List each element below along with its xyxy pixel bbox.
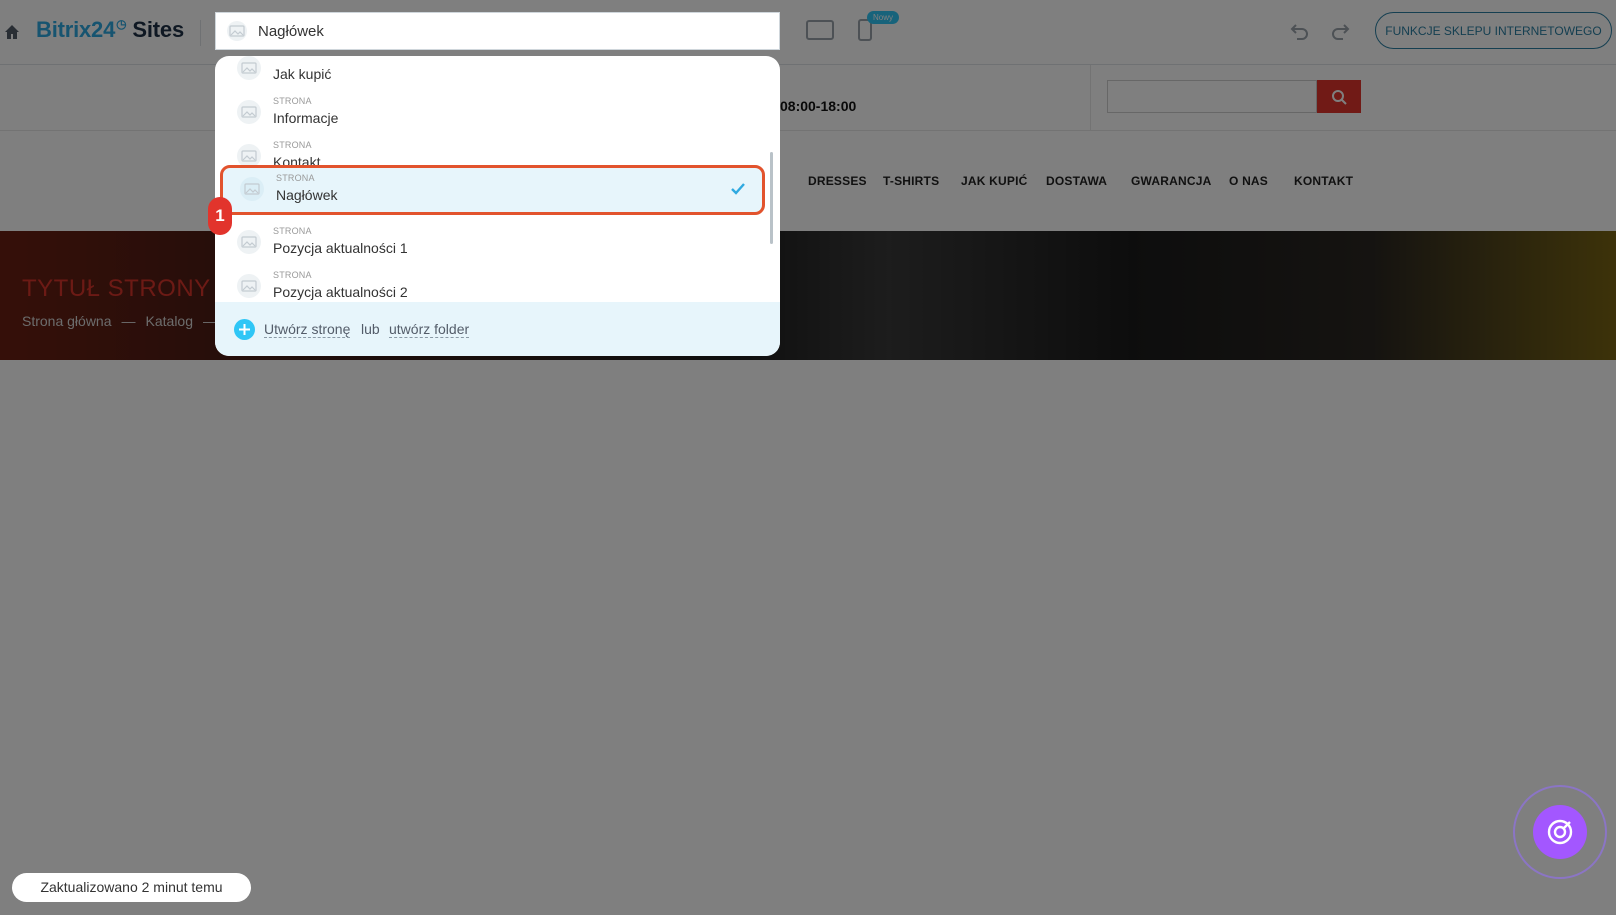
page-list[interactable]: Jak kupić STRONA Informacje STRONA Konta… bbox=[215, 56, 780, 302]
page-link-field[interactable] bbox=[215, 12, 780, 50]
page-thumbnail-icon bbox=[227, 21, 247, 41]
create-page-link[interactable]: Utwórz stronę bbox=[264, 322, 351, 338]
list-item[interactable]: Jak kupić bbox=[215, 56, 780, 88]
list-item[interactable]: STRONA Pozycja aktualności 2 bbox=[215, 262, 780, 302]
page-thumbnail-icon bbox=[237, 56, 261, 80]
chat-icon bbox=[1547, 819, 1573, 845]
page-select-dropdown: Jak kupić STRONA Informacje STRONA Konta… bbox=[215, 56, 780, 356]
item-title: Jak kupić bbox=[273, 66, 332, 82]
dropdown-footer: Utwórz stronę lub utwórz folder bbox=[215, 302, 780, 356]
page-thumbnail-icon bbox=[240, 177, 264, 201]
page-thumbnail-icon bbox=[237, 100, 261, 124]
item-title: Informacje bbox=[273, 110, 339, 126]
item-title: Pozycja aktualności 1 bbox=[273, 240, 408, 256]
item-kicker: STRONA bbox=[276, 173, 315, 183]
last-updated-status: Zaktualizowano 2 minut temu bbox=[12, 873, 251, 902]
list-item[interactable]: STRONA Pozycja aktualności 1 bbox=[215, 218, 780, 262]
check-icon bbox=[731, 183, 745, 195]
item-kicker: STRONA bbox=[273, 270, 312, 280]
list-scrollbar[interactable] bbox=[770, 152, 773, 244]
item-kicker: STRONA bbox=[273, 226, 312, 236]
add-page-button[interactable] bbox=[234, 319, 255, 340]
chat-button[interactable] bbox=[1533, 805, 1587, 859]
item-title: Nagłówek bbox=[276, 187, 338, 203]
page-thumbnail-icon bbox=[237, 274, 261, 298]
item-title: Pozycja aktualności 2 bbox=[273, 284, 408, 300]
create-folder-link[interactable]: utwórz folder bbox=[389, 322, 470, 338]
list-item[interactable]: STRONA Informacje bbox=[215, 88, 780, 132]
list-item-selected[interactable]: STRONA Nagłówek bbox=[220, 165, 765, 215]
page-search-input[interactable] bbox=[258, 13, 758, 49]
item-kicker: STRONA bbox=[273, 140, 312, 150]
item-kicker: STRONA bbox=[273, 96, 312, 106]
step-marker: 1 bbox=[208, 197, 232, 235]
or-text: lub bbox=[361, 321, 380, 337]
plus-icon bbox=[239, 324, 250, 335]
page-thumbnail-icon bbox=[237, 230, 261, 254]
